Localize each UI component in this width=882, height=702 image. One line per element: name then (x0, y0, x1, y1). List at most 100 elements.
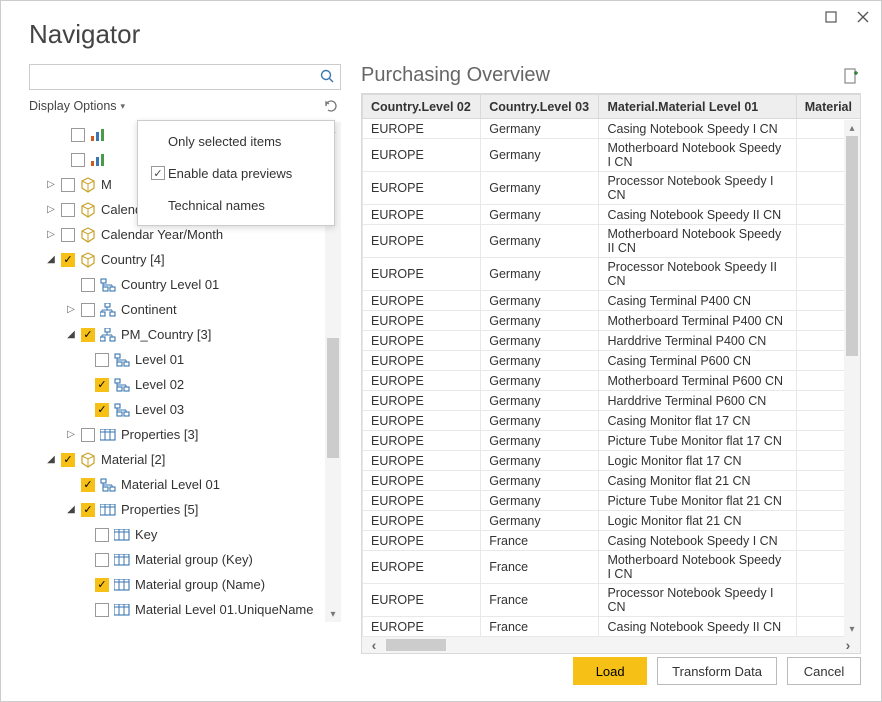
tree-checkbox[interactable] (95, 403, 109, 417)
tree-checkbox[interactable] (81, 328, 95, 342)
tree-node[interactable]: Level 02 (29, 372, 341, 397)
table-row[interactable]: EUROPEGermanyCasing Terminal P400 CN (363, 291, 861, 311)
table-row[interactable]: EUROPEFranceCasing Notebook Speedy I CN (363, 531, 861, 551)
tree-checkbox[interactable] (95, 378, 109, 392)
tree-checkbox[interactable] (95, 603, 109, 617)
tree-node[interactable]: Key (29, 522, 341, 547)
tree-checkbox[interactable] (95, 353, 109, 367)
table-row[interactable]: EUROPEGermanyLogic Monitor flat 21 CN (363, 511, 861, 531)
tree-node[interactable]: Material [2] (29, 447, 341, 472)
scroll-thumb[interactable] (386, 639, 446, 651)
menu-item-enable-previews[interactable]: ✓ Enable data previews (138, 157, 334, 189)
tree-node[interactable]: Material Level 01.UniqueName (29, 597, 341, 622)
table-row[interactable]: EUROPEGermanyMotherboard Terminal P400 C… (363, 311, 861, 331)
tree-checkbox[interactable] (61, 453, 75, 467)
table-row[interactable]: EUROPEGermanyCasing Monitor flat 17 CN (363, 411, 861, 431)
collapse-arrow-icon[interactable] (45, 454, 57, 465)
tree-node[interactable]: Continent (29, 297, 341, 322)
table-row[interactable]: EUROPEGermanyHarddrive Terminal P400 CN (363, 331, 861, 351)
scroll-down-icon[interactable]: ▾ (844, 621, 860, 637)
scroll-thumb[interactable] (846, 136, 858, 356)
column-header[interactable]: Country.Level 02 (363, 95, 481, 119)
search-icon[interactable] (320, 69, 334, 86)
search-box[interactable] (29, 64, 341, 90)
table-row[interactable]: EUROPEFranceProcessor Notebook Speedy I … (363, 584, 861, 617)
tree-node[interactable]: Country [4] (29, 247, 341, 272)
column-header[interactable]: Material (796, 95, 860, 119)
menu-item-only-selected[interactable]: Only selected items (138, 125, 334, 157)
expand-arrow-icon[interactable] (65, 304, 77, 315)
tree-node[interactable]: Level 03 (29, 397, 341, 422)
collapse-arrow-icon[interactable] (65, 504, 77, 515)
table-row[interactable]: EUROPEGermanyHarddrive Terminal P600 CN (363, 391, 861, 411)
expand-arrow-icon[interactable] (45, 179, 57, 190)
scroll-down-icon[interactable]: ▾ (325, 606, 341, 622)
tree-checkbox[interactable] (95, 578, 109, 592)
table-row[interactable]: EUROPEGermanyMotherboard Terminal P600 C… (363, 371, 861, 391)
search-input[interactable] (30, 65, 312, 89)
scroll-left-icon[interactable]: ‹ (362, 637, 386, 653)
load-button[interactable]: Load (573, 657, 647, 685)
expand-arrow-icon[interactable] (65, 429, 77, 440)
collapse-arrow-icon[interactable] (45, 254, 57, 265)
cube-icon (79, 227, 97, 243)
refresh-icon[interactable] (323, 98, 339, 114)
table-row[interactable]: EUROPEGermanyCasing Notebook Speedy II C… (363, 205, 861, 225)
tree-node[interactable]: Material group (Key) (29, 547, 341, 572)
display-options-dropdown[interactable]: Display Options ▾ (29, 99, 125, 113)
table-cell: EUROPE (363, 371, 481, 391)
scroll-thumb[interactable] (327, 338, 339, 458)
tree-node[interactable]: Country Level 01 (29, 272, 341, 297)
tree-checkbox[interactable] (81, 428, 95, 442)
table-vertical-scrollbar[interactable]: ▴ ▾ (844, 120, 860, 637)
cancel-button[interactable]: Cancel (787, 657, 861, 685)
table-cell: Germany (481, 139, 599, 172)
tree-checkbox[interactable] (61, 253, 75, 267)
table-row[interactable]: EUROPEGermanyMotherboard Notebook Speedy… (363, 225, 861, 258)
table-cell: Germany (481, 391, 599, 411)
grid-icon (113, 552, 131, 568)
scroll-right-icon[interactable]: › (836, 637, 860, 653)
table-row[interactable]: EUROPEGermanyProcessor Notebook Speedy I… (363, 172, 861, 205)
table-row[interactable]: EUROPEGermanyCasing Monitor flat 21 CN (363, 471, 861, 491)
table-row[interactable]: EUROPEFranceMotherboard Notebook Speedy … (363, 551, 861, 584)
expand-arrow-icon[interactable] (45, 229, 57, 240)
tree-node[interactable]: PM_Country [3] (29, 322, 341, 347)
tree-checkbox[interactable] (61, 228, 75, 242)
collapse-arrow-icon[interactable] (65, 329, 77, 340)
table-row[interactable]: EUROPEGermanyLogic Monitor flat 17 CN (363, 451, 861, 471)
tree-checkbox[interactable] (61, 203, 75, 217)
add-column-icon[interactable] (843, 67, 861, 85)
close-button[interactable] (853, 7, 873, 27)
table-row[interactable]: EUROPEGermanyProcessor Notebook Speedy I… (363, 258, 861, 291)
tree-checkbox[interactable] (81, 278, 95, 292)
column-header[interactable]: Country.Level 03 (481, 95, 599, 119)
table-row[interactable]: EUROPEGermanyCasing Notebook Speedy I CN (363, 119, 861, 139)
tree-checkbox[interactable] (81, 303, 95, 317)
table-row[interactable]: EUROPEGermanyPicture Tube Monitor flat 2… (363, 491, 861, 511)
tree-checkbox[interactable] (71, 153, 85, 167)
scroll-up-icon[interactable]: ▴ (844, 120, 860, 136)
tree-checkbox[interactable] (95, 553, 109, 567)
tree-node[interactable]: Material group (Name) (29, 572, 341, 597)
tree-checkbox[interactable] (81, 478, 95, 492)
table-row[interactable]: EUROPEGermanyCasing Terminal P600 CN (363, 351, 861, 371)
maximize-button[interactable] (821, 7, 841, 27)
menu-item-technical-names[interactable]: Technical names (138, 189, 334, 221)
tree-checkbox[interactable] (81, 503, 95, 517)
table-row[interactable]: EUROPEGermanyPicture Tube Monitor flat 1… (363, 431, 861, 451)
tree-node[interactable]: Material Level 01 (29, 472, 341, 497)
tree-checkbox[interactable] (71, 128, 85, 142)
expand-arrow-icon[interactable] (45, 204, 57, 215)
tree-node[interactable]: Properties [3] (29, 422, 341, 447)
column-header[interactable]: Material.Material Level 01 (599, 95, 796, 119)
table-horizontal-scrollbar[interactable]: ‹ › (362, 637, 860, 653)
tree-checkbox[interactable] (95, 528, 109, 542)
table-row[interactable]: EUROPEFranceCasing Notebook Speedy II CN (363, 617, 861, 637)
tree-checkbox[interactable] (61, 178, 75, 192)
transform-data-button[interactable]: Transform Data (657, 657, 777, 685)
tree-node[interactable]: Properties [5] (29, 497, 341, 522)
table-row[interactable]: EUROPEGermanyMotherboard Notebook Speedy… (363, 139, 861, 172)
tree-node[interactable]: Level 01 (29, 347, 341, 372)
tree-node-label: Country [4] (101, 252, 165, 267)
